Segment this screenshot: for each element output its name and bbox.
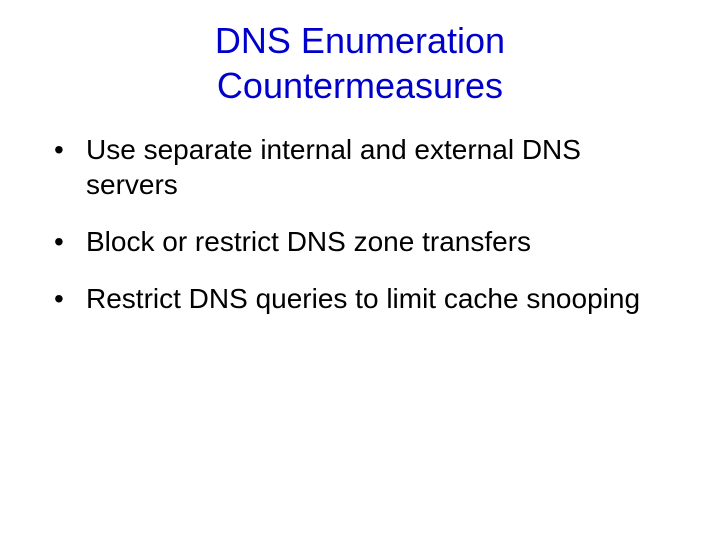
slide: DNS Enumeration Countermeasures Use sepa… (0, 0, 720, 540)
list-item: Use separate internal and external DNS s… (40, 132, 680, 202)
list-item: Block or restrict DNS zone transfers (40, 224, 680, 259)
slide-title: DNS Enumeration Countermeasures (40, 18, 680, 108)
list-item: Restrict DNS queries to limit cache snoo… (40, 281, 680, 316)
bullet-list: Use separate internal and external DNS s… (40, 132, 680, 316)
title-line-2: Countermeasures (217, 65, 503, 106)
title-line-1: DNS Enumeration (215, 20, 505, 61)
